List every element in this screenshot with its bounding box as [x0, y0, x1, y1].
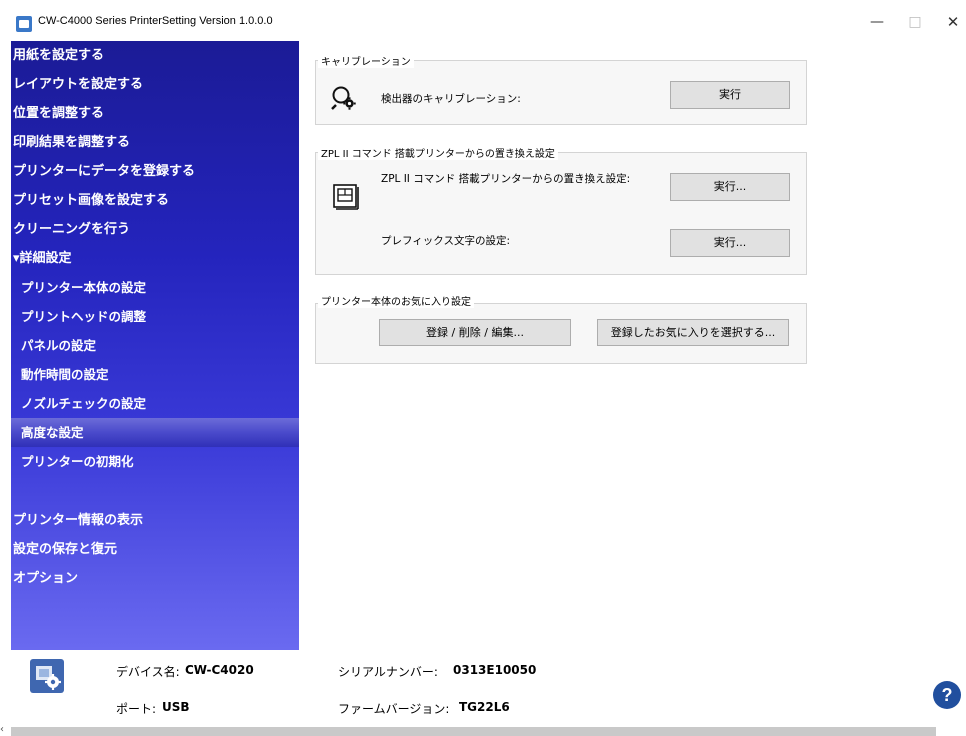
sidebar-item-nozzle-check[interactable]: ノズルチェックの設定	[11, 389, 299, 418]
port-label: ポート:	[116, 702, 157, 716]
app-window: CW-C4000 Series PrinterSetting Version 1…	[0, 0, 966, 736]
calibration-label: 検出器のキャリブレーション:	[381, 93, 521, 105]
sidebar-item-advanced-group[interactable]: ▾詳細設定	[11, 244, 299, 273]
favorites-register-button[interactable]: 登録 / 削除 / 編集...	[379, 319, 571, 346]
title-bar: CW-C4000 Series PrinterSetting Version 1…	[0, 0, 966, 40]
sidebar-item-cleaning[interactable]: クリーニングを行う	[11, 215, 299, 244]
sidebar-item-operation-time[interactable]: 動作時間の設定	[11, 360, 299, 389]
calibration-sensor-icon	[331, 86, 356, 110]
sidebar-item-printer-info[interactable]: プリンター情報の表示	[11, 506, 299, 535]
sidebar-item-paper[interactable]: 用紙を設定する	[11, 41, 299, 70]
serial-number-value: 0313E10050	[453, 663, 537, 677]
minimize-button[interactable]: —	[862, 10, 892, 34]
sidebar-item-initialize[interactable]: プリンターの初期化	[11, 447, 299, 476]
serial-number-label: シリアルナンバー:	[338, 665, 438, 679]
sidebar-item-layout[interactable]: レイアウトを設定する	[11, 70, 299, 99]
printer-icon	[333, 184, 359, 210]
sidebar-item-printer-settings[interactable]: プリンター本体の設定	[11, 273, 299, 302]
sidebar-item-register-data[interactable]: プリンターにデータを登録する	[11, 157, 299, 186]
sidebar-item-position[interactable]: 位置を調整する	[11, 99, 299, 128]
sidebar-item-advanced[interactable]: 高度な設定	[11, 418, 299, 447]
sidebar-nav: 用紙を設定する レイアウトを設定する 位置を調整する 印刷結果を調整する プリン…	[11, 41, 299, 650]
port-value: USB	[162, 700, 190, 714]
window-title: CW-C4000 Series PrinterSetting Version 1…	[38, 15, 273, 27]
zpl-replace-run-button[interactable]: 実行...	[670, 173, 790, 201]
sidebar-item-panel[interactable]: パネルの設定	[11, 331, 299, 360]
sidebar-item-preset-image[interactable]: プリセット画像を設定する	[11, 186, 299, 215]
sidebar-item-print-result[interactable]: 印刷結果を調整する	[11, 128, 299, 157]
favorites-select-button[interactable]: 登録したお気に入りを選択する...	[597, 319, 789, 346]
prefix-char-run-button[interactable]: 実行...	[670, 229, 790, 257]
favorites-group-title: プリンター本体のお気に入り設定	[318, 293, 474, 308]
sidebar-item-options[interactable]: オプション	[11, 564, 299, 593]
zpl-replace-label: ZPL II コマンド 搭載プリンターからの置き換え設定:	[381, 173, 631, 185]
firmware-version-value: TG22L6	[459, 700, 510, 714]
app-icon	[16, 16, 32, 32]
help-icon[interactable]: ?	[933, 681, 961, 709]
firmware-version-label: ファームバージョン:	[338, 702, 450, 716]
calibration-run-button[interactable]: 実行	[670, 81, 790, 109]
close-button[interactable]: ✕	[938, 10, 966, 34]
device-settings-icon	[30, 659, 64, 693]
maximize-button[interactable]: □	[900, 10, 930, 34]
zpl-group-title: ZPL II コマンド 搭載プリンターからの置き換え設定	[318, 145, 558, 160]
prefix-char-label: プレフィックス文字の設定:	[381, 235, 511, 247]
calibration-group-title: キャリブレーション	[318, 53, 414, 68]
device-name-label: デバイス名:	[116, 665, 180, 679]
device-name-value: CW-C4020	[185, 663, 254, 677]
sidebar-item-printhead[interactable]: プリントヘッドの調整	[11, 302, 299, 331]
scroll-left-arrow-icon[interactable]: ‹	[0, 724, 4, 735]
horizontal-scrollbar[interactable]	[11, 727, 936, 736]
sidebar-item-save-restore[interactable]: 設定の保存と復元	[11, 535, 299, 564]
